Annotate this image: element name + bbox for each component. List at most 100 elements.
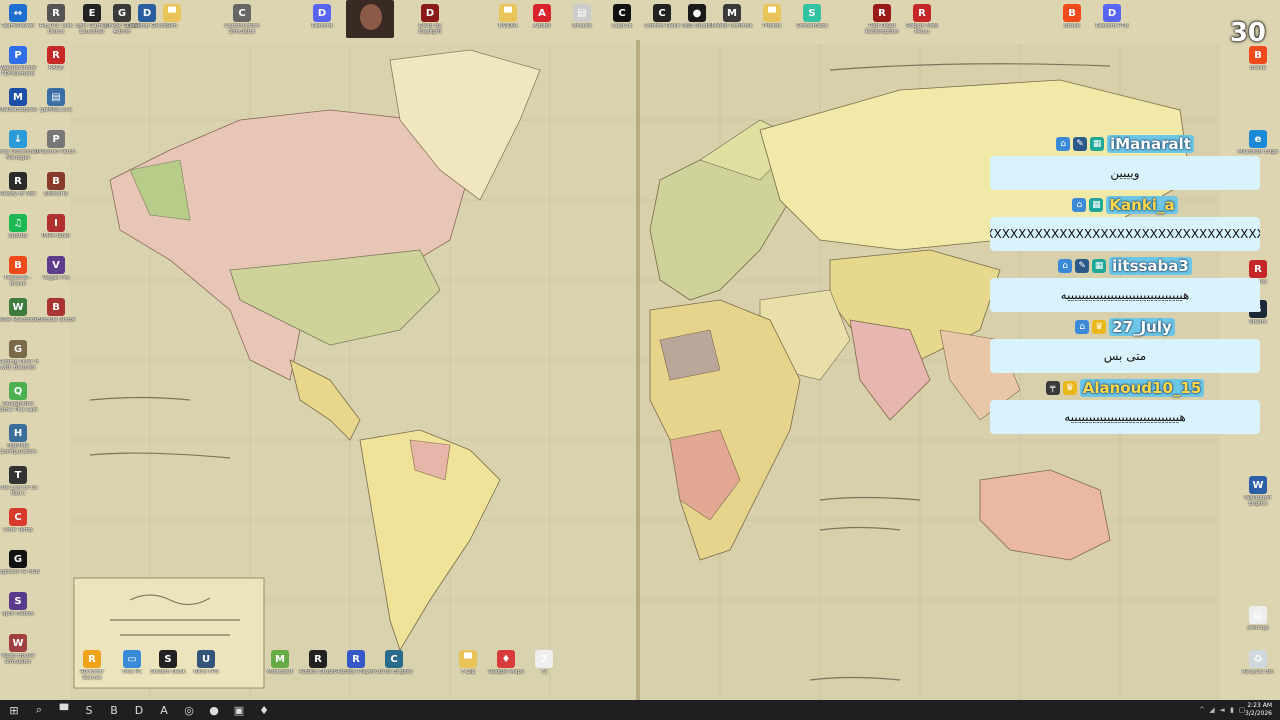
desktop-shortcut[interactable]: W Wrap House Simulator [0,634,40,678]
desktop-shortcut[interactable]: W Wallpaper Engine [1236,476,1280,520]
desktop-shortcut[interactable]: H HidHide Configuration [0,424,40,468]
desktop-shortcut[interactable]: G Logitech G HUB [0,550,40,594]
desktop-shortcut-label: Blooble Shoot [36,317,76,323]
subscriber-badge-icon: ⌂ [1075,320,1090,334]
viewer-counter: 30 [1229,18,1266,48]
subscriber-badge-icon: ⌂ [1072,198,1087,212]
battery-icon[interactable]: ▮ [1228,706,1236,714]
desktop-shortcut-label: Adobe [533,23,551,29]
folder-icon: ▀ [499,4,517,22]
desktop-shortcut-label: IMPA label [41,233,71,239]
desktop-shortcut[interactable]: U Ultra FPS [184,650,228,694]
construction-icon: C [233,4,251,22]
desktop-shortcut-label: Red Dead Redemption [865,23,899,35]
gun-badge-icon: ╤ [1045,381,1060,395]
rockstar-icon: R [83,650,101,668]
chat-username-row: ⌂ ♛ 27_July [990,315,1260,339]
file-icon: ▤ [47,88,65,106]
clock[interactable]: 2:23 AM 3/2/2026 [1245,702,1272,718]
spotify-icon: ♫ [9,214,27,232]
bidwarfy-icon: B [47,172,65,190]
roblox-mod-icon: R [913,4,931,22]
file-explorer-icon[interactable]: ▀ [54,700,74,720]
photos-taskbar-icon[interactable]: ▣ [229,700,249,720]
hidhide-icon: H [9,424,27,442]
desktop-shortcut-label: Bidwarfy [43,191,69,197]
steam-taskbar-icon[interactable]: S [79,700,99,720]
game-badge-icon: ▦ [1092,259,1107,273]
folder-icon: ▀ [763,4,781,22]
desktop-shortcut[interactable]: ▤ Unsure [560,4,604,48]
desktop-shortcut[interactable]: I IMPA label [34,214,78,258]
desktop-shortcut[interactable]: D Discord [300,4,344,48]
desktop-shortcut-label: Core Temp [3,527,33,533]
desktop-shortcut[interactable]: Q Quarantine Zone The Last [0,382,40,426]
malwarebytes-icon: M [9,88,27,106]
vegas-icon: V [47,256,65,274]
webcam-overlay [346,0,394,38]
desktop-shortcut[interactable]: ▀ Sim [150,4,194,48]
desktop-shortcut-label: Getting Over It with Bennett [0,359,39,371]
desktop-shortcut[interactable]: D Discord PTB [1090,4,1134,48]
desktop-shortcut[interactable]: ▤ getfiles.exe [34,88,78,132]
chat-overlay: ⌂ ✎ ▦ iManaralt ويييين ⌂ ▦ Kanki_a XXXXXXXXXXXXX… [990,132,1260,437]
desktop-shortcut[interactable]: S Split Fiction [0,592,40,636]
chat-text: هييييييييييييييييييييييييييييييييه [990,278,1260,312]
folder-icon: ▀ [459,650,477,668]
desktop-shortcut[interactable]: B Bidwarfy [34,172,78,216]
desktop-shortcut-label: CapCut [611,23,633,29]
desktop-shortcut-label: Discord [311,23,333,29]
file-icon: ▤ [573,4,591,22]
network-icon[interactable]: ◢ [1208,706,1216,714]
brave-taskbar-icon[interactable]: B [104,700,124,720]
desktop-shortcut[interactable]: ▤ settings [1236,606,1280,650]
desktop-shortcut-label: 7z [540,669,548,675]
desktop-shortcut[interactable]: A Adobe [520,4,564,48]
desktop-shortcut[interactable]: C CapCut [600,4,644,48]
desktop-shortcut[interactable]: R RAGE [34,46,78,90]
start-icon[interactable]: ⊞ [4,700,24,720]
chevron-up-icon[interactable]: ^ [1198,706,1206,714]
control-deck-icon: C [653,4,671,22]
chat-username-row: ╤ ♛ Alanoud10_15 [990,376,1260,400]
obs-taskbar-icon[interactable]: ● [204,700,224,720]
desktop-shortcut[interactable]: 7 7z [522,650,566,694]
desktop-shortcut-label: The Last of Us Part I [0,485,38,497]
ultra-fps-icon: U [197,650,215,668]
desktop-shortcut[interactable]: G Getting Over It with Bennett [0,340,40,384]
desktop-shortcut[interactable]: C Citrus English [372,650,416,694]
desktop-shortcut[interactable]: R Roblox Mod Menu [900,4,944,48]
desktop-shortcut[interactable]: S Streamlabs [790,4,834,48]
taskbar: ⊞ ⌕ ▀ S B D A ◎ ● ▣ ♦ ^ ◢ ◄ ▮ ▢ 2:23 AM 3/2/2026 [0,700,1280,720]
desktop-shortcut[interactable]: B Brave [1050,4,1094,48]
obs-icon: ● [688,4,706,22]
adobe-taskbar-icon[interactable]: A [154,700,174,720]
desktop-shortcut[interactable]: V Vegas Pro [34,256,78,300]
chrome-taskbar-icon[interactable]: ◎ [179,700,199,720]
desktop-shortcut[interactable]: B Blooble Shoot [34,298,78,342]
desktop-shortcut[interactable]: ♻ Recycle Bin [1236,650,1280,694]
maps-taskbar-icon[interactable]: ♦ [254,700,274,720]
desktop-shortcut[interactable]: R Red Dead Redemption [860,4,904,48]
desktop-shortcut-label: Construction Simulator [224,23,260,35]
folder-icon: ▀ [163,4,181,22]
desktop-shortcut-label: Rockstar Games [80,669,104,681]
maps-icon: ♦ [497,650,515,668]
desktop-shortcut[interactable]: C Construction Simulator [220,4,264,48]
search-icon[interactable]: ⌕ [29,700,49,720]
desktop-shortcut-label: Recycle Bin [1242,669,1274,675]
desktop-shortcut-label: Dead by Daylight [418,23,442,35]
desktop-shortcut[interactable]: B Brave [1236,46,1280,90]
streamlabs-icon: S [803,4,821,22]
discord-taskbar-icon[interactable]: D [129,700,149,720]
desktop-shortcut[interactable]: D Dead by Daylight [408,4,452,48]
desktop-shortcut[interactable]: M Media Controls [710,4,754,48]
desktop-shortcut-label: Vegas Pro [42,275,70,281]
desktop-shortcut[interactable]: P Phasmo Patch [34,130,78,174]
desktop-shortcut-label: Citrus English [375,669,413,675]
desktop-shortcut[interactable]: R Rockstar Games [70,650,114,694]
desktop-shortcut[interactable]: T The Last of Us Part I [0,466,40,510]
desktop-shortcut[interactable]: C Core Temp [0,508,40,552]
volume-icon[interactable]: ◄ [1218,706,1226,714]
desktop-shortcut[interactable]: ▀ Photos [750,4,794,48]
